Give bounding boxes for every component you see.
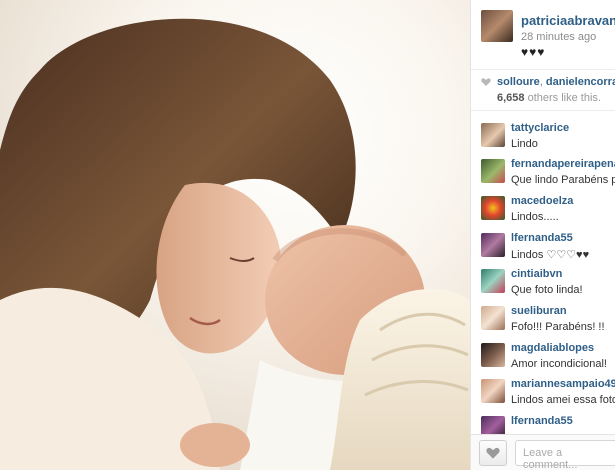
liker-name[interactable]: solloure [497,76,540,88]
comment-text: Lindos..... [511,211,559,223]
comment-text: Fofo!!! Parabéns! !! [511,321,605,333]
commenter-avatar[interactable] [481,379,505,403]
liker-name[interactable]: danielencorradi [546,76,615,88]
commenter-username[interactable]: lfernanda55 [511,232,573,244]
like-count-number: 6,658 [497,92,525,104]
comment-text: Que lindo Parabéns pa [511,174,615,186]
comment-text: Que foto linda! [511,284,583,296]
commenter-username[interactable]: cintiaibvn [511,268,562,280]
like-button[interactable] [479,440,507,466]
comment-text: Lindos amei essa foto. [511,394,615,406]
comment-item: lfernanda55 [481,411,615,434]
comment-item: sueliburan Fofo!!! Parabéns! !! [481,301,615,339]
commenter-username[interactable]: sueliburan [511,305,567,317]
comment-item: lfernanda55 Lindos ♡♡♡♥♥ [481,228,615,266]
heart-icon [481,78,491,86]
commenter-avatar[interactable] [481,196,505,220]
comment-text: Lindos ♡♡♡♥♥ [511,249,590,261]
comment-item: cintiaibvn Que foto linda! [481,264,615,302]
comment-item: fernandapereirapenaranda Que lindo Parab… [481,154,615,192]
commenter-username[interactable]: macedoelza [511,195,573,207]
post-sidebar: patriciaabravanel 28 minutes ago ♥♥♥ sol… [470,0,615,470]
commenter-avatar[interactable] [481,343,505,367]
commenter-username[interactable]: lfernanda55 [511,415,573,427]
owner-avatar[interactable] [481,10,513,42]
commenter-avatar[interactable] [481,159,505,183]
commenter-username[interactable]: tattyclarice [511,122,569,134]
likers-list: solloure, danielencorradi [497,76,615,88]
commenter-avatar[interactable] [481,269,505,293]
like-count-suffix: others like this. [527,92,601,104]
commenter-avatar[interactable] [481,123,505,147]
likes-section: solloure, danielencorradi 6,658 others l… [471,69,615,111]
comment-footer: Leave a comment... [471,434,615,470]
post-photo-illustration [0,0,470,470]
commenter-avatar[interactable] [481,306,505,330]
like-count: 6,658 others like this. [497,92,601,104]
post-photo [0,0,470,470]
comment-text: Amor incondicional! [511,358,607,370]
comment-item: mariannesampaio49 Lindos amei essa foto. [481,374,615,412]
commenter-username[interactable]: magdaliablopes [511,342,594,354]
post-header: patriciaabravanel 28 minutes ago ♥♥♥ [481,10,615,60]
commenter-username[interactable]: fernandapereirapenaranda [511,158,615,170]
post-caption: ♥♥♥ [521,45,546,59]
commenter-avatar[interactable] [481,416,505,434]
commenter-username[interactable]: mariannesampaio49 [511,378,615,390]
comment-text: Lindo [511,138,538,150]
owner-username[interactable]: patriciaabravanel [521,13,615,28]
commenter-avatar[interactable] [481,233,505,257]
comment-input[interactable]: Leave a comment... [515,440,615,470]
heart-icon [486,447,500,459]
comment-item: magdaliablopes Amor incondicional! [481,338,615,376]
post-timestamp: 28 minutes ago [521,31,597,43]
comment-item: tattyclarice Lindo [481,118,615,156]
comment-item: macedoelza Lindos..... [481,191,615,229]
comments-list: tattyclarice Lindo fernandapereirapenara… [471,114,615,434]
